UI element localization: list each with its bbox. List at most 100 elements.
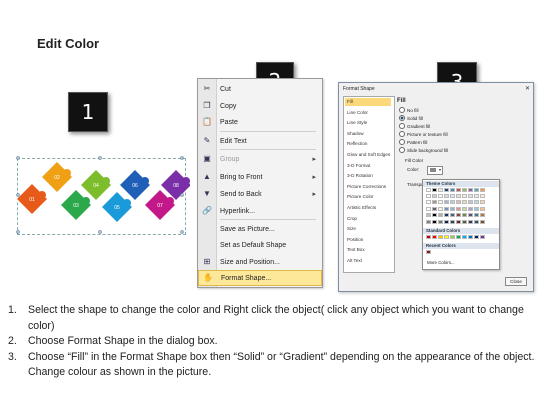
menu-item-edit-text[interactable]: ✎ Edit Text [198,133,322,149]
nav-item[interactable]: Alt Text [347,258,362,263]
color-swatch[interactable] [480,200,485,205]
selection-handle[interactable] [98,156,102,160]
color-swatch[interactable] [456,194,461,198]
nav-item[interactable]: Line Color [347,110,368,115]
puzzle-piece-3[interactable]: 03 [59,188,93,222]
color-swatch[interactable] [426,250,431,254]
color-swatch[interactable] [426,219,431,224]
menu-item-copy[interactable]: ❐ Copy [198,98,322,114]
selection-handle[interactable] [16,156,20,160]
color-swatch[interactable] [444,219,449,224]
color-swatch[interactable] [480,206,485,211]
color-swatch[interactable] [426,235,431,239]
color-swatch[interactable] [462,213,467,218]
color-swatch[interactable] [456,213,461,218]
more-colors-link[interactable]: More Colors... [427,260,455,265]
color-swatch[interactable] [474,194,479,198]
color-swatch[interactable] [438,235,443,239]
color-swatch[interactable] [462,206,467,211]
color-swatch[interactable] [456,235,461,239]
color-swatch[interactable] [456,200,461,205]
color-swatch[interactable] [438,194,443,198]
nav-item[interactable]: Position [347,237,363,242]
color-swatch[interactable] [444,213,449,218]
color-swatch[interactable] [474,235,479,239]
color-swatch[interactable] [444,206,449,211]
color-swatch[interactable] [480,219,485,224]
color-swatch[interactable] [468,219,473,224]
close-button[interactable]: Close [505,277,527,286]
color-swatch[interactable] [438,188,443,192]
color-swatch[interactable] [468,188,473,192]
fill-option-radio[interactable]: No fill [399,107,419,113]
menu-item-cut[interactable]: ✂ Cut [198,81,322,97]
close-icon[interactable]: ✕ [525,85,530,92]
color-swatch[interactable] [450,219,455,224]
color-swatch[interactable] [432,194,437,198]
puzzle-piece-2[interactable]: 02 [40,160,74,194]
color-swatch[interactable] [474,219,479,224]
nav-item[interactable]: Line Style [347,120,367,125]
color-swatch[interactable] [456,206,461,211]
nav-item[interactable]: Picture Color [347,194,374,199]
color-swatch[interactable] [480,188,485,192]
color-swatch[interactable] [480,235,485,239]
nav-item[interactable]: 3-D Rotation [347,173,373,178]
fill-option-radio[interactable]: Gradient fill [399,123,430,129]
fill-option-radio[interactable]: Pattern fill [399,139,427,145]
color-swatch[interactable] [462,194,467,198]
nav-item[interactable]: Reflection [347,141,367,146]
nav-item[interactable]: Crop [347,216,357,221]
nav-item[interactable]: Text Box [347,247,365,252]
color-swatch[interactable] [468,235,473,239]
color-swatch[interactable] [450,194,455,198]
puzzle-piece-5[interactable]: 05 [100,190,134,224]
color-swatch[interactable] [450,213,455,218]
menu-item-hyperlink[interactable]: 🔗 Hyperlink... [198,203,322,219]
color-swatch[interactable] [444,200,449,205]
selection-handle[interactable] [180,156,184,160]
color-swatch[interactable] [444,188,449,192]
color-swatch[interactable] [462,200,467,205]
color-swatch[interactable] [438,200,443,205]
puzzle-piece-4[interactable]: 04 [79,168,113,202]
color-swatch[interactable] [426,194,431,198]
color-swatch[interactable] [444,235,449,239]
color-swatch[interactable] [480,213,485,218]
color-swatch[interactable] [432,235,437,239]
color-swatch[interactable] [426,188,431,192]
color-swatch[interactable] [450,206,455,211]
color-swatch[interactable] [468,213,473,218]
color-swatch[interactable] [456,219,461,224]
selection-handle[interactable] [16,230,20,234]
menu-item-save-as-picture[interactable]: Save as Picture... [198,221,322,237]
color-swatch[interactable] [468,200,473,205]
puzzle-piece-1[interactable]: 01 [15,182,49,216]
color-swatch[interactable] [474,213,479,218]
color-swatch[interactable] [450,188,455,192]
nav-item[interactable]: Size [347,226,356,231]
menu-item-bring-to-front[interactable]: ▲ Bring to Front ▸ [198,169,322,185]
color-swatch[interactable] [432,219,437,224]
color-swatch[interactable] [474,206,479,211]
fill-option-radio[interactable]: Solid fill [399,115,423,121]
color-swatch[interactable] [432,200,437,205]
nav-item[interactable]: Artistic Effects [347,205,376,210]
nav-item[interactable]: Picture Corrections [347,184,386,189]
selection-handle[interactable] [16,193,20,197]
nav-item[interactable]: Shadow [347,131,364,136]
color-swatch[interactable] [462,219,467,224]
selection-handle[interactable] [180,230,184,234]
nav-item[interactable]: 3-D Format [347,163,370,168]
color-swatch[interactable] [450,235,455,239]
color-swatch[interactable] [468,206,473,211]
color-swatch[interactable] [438,213,443,218]
color-swatch[interactable] [438,219,443,224]
color-picker-button[interactable]: ▾ [427,166,443,175]
color-swatch[interactable] [474,200,479,205]
color-swatch[interactable] [432,188,437,192]
puzzle-piece-6[interactable]: 06 [118,168,152,202]
color-swatch[interactable] [468,194,473,198]
color-swatch[interactable] [426,206,431,211]
color-swatch[interactable] [426,200,431,205]
